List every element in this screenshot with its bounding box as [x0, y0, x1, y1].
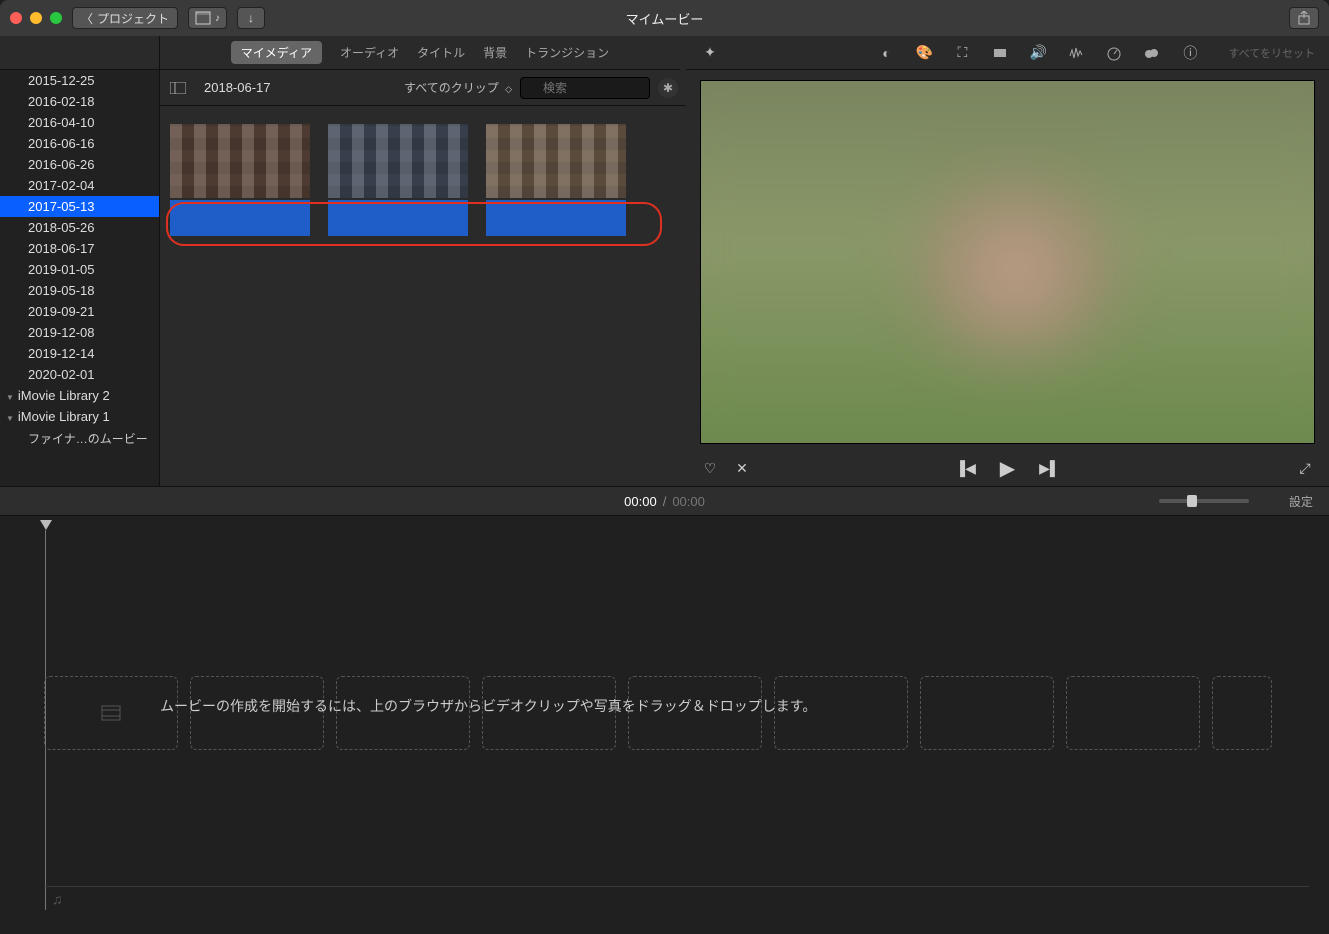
clip-thumbnail: [486, 124, 626, 198]
noise-equalizer-icon[interactable]: [1066, 43, 1086, 63]
fullscreen-window-button[interactable]: [50, 12, 62, 24]
favorite-heart-icon[interactable]: ♡: [700, 458, 720, 478]
media-clip[interactable]: [486, 124, 626, 236]
video-preview[interactable]: [700, 80, 1315, 444]
event-sidebar: マイメディア オーディオ タイトル 背景 トランジション 2015-12-25 …: [0, 36, 160, 486]
browser-event-title: 2018-06-17: [204, 80, 271, 95]
titlebar: 〈 プロジェクト ♪ ↓ マイムービー: [0, 0, 1329, 36]
filter-clouds-icon[interactable]: [1142, 43, 1162, 63]
share-icon: [1297, 11, 1311, 25]
event-item[interactable]: 2019-09-21: [0, 301, 159, 322]
import-download-button[interactable]: ↓: [237, 7, 265, 29]
clip-audio-waveform: [486, 200, 626, 236]
color-correction-icon[interactable]: 🎨: [914, 43, 934, 63]
timeline-audio-track[interactable]: ♫: [44, 886, 1309, 914]
event-item[interactable]: 2016-06-16: [0, 133, 159, 154]
timeline-drop-slot[interactable]: [1066, 676, 1200, 750]
back-to-projects-button[interactable]: 〈 プロジェクト: [72, 7, 178, 29]
reject-x-icon[interactable]: ✕: [732, 458, 752, 478]
event-item[interactable]: 2019-12-14: [0, 343, 159, 364]
timeline-drop-slot[interactable]: [44, 676, 178, 750]
share-button[interactable]: [1289, 7, 1319, 29]
window-controls: [10, 12, 62, 24]
clip-audio-waveform: [170, 200, 310, 236]
download-arrow-icon: ↓: [248, 11, 254, 25]
clip-audio-waveform: [328, 200, 468, 236]
event-item[interactable]: 2020-02-01: [0, 364, 159, 385]
play-button[interactable]: ▶: [998, 458, 1018, 478]
timecode-bar: 00:00 / 00:00 設定: [0, 486, 1329, 516]
music-note-icon: ♪: [215, 13, 220, 24]
filmstrip-placeholder-icon: [101, 705, 121, 721]
timeline-drop-slot[interactable]: [1212, 676, 1272, 750]
timeline-drop-hint: ムービーの作成を開始するには、上のブラウザからビデオクリップや写真をドラッグ＆ド…: [160, 696, 816, 716]
back-label: プロジェクト: [97, 10, 169, 27]
clip-filter-dropdown[interactable]: すべてのクリップ ◇: [404, 79, 512, 96]
playhead-handle[interactable]: [40, 520, 52, 530]
browser-toolbar: 2018-06-17 すべてのクリップ ◇ 🔍 ✱: [160, 70, 686, 106]
media-import-button[interactable]: ♪: [188, 7, 227, 29]
minimize-window-button[interactable]: [30, 12, 42, 24]
search-input[interactable]: [520, 77, 650, 99]
color-balance-icon[interactable]: ◐: [876, 43, 896, 63]
gear-icon: ✱: [663, 81, 673, 95]
media-clip[interactable]: [170, 124, 310, 236]
library-sub-item[interactable]: ファイナ…のムービー: [0, 427, 159, 450]
library-1[interactable]: iMovie Library 1: [0, 406, 159, 427]
event-list: 2015-12-25 2016-02-18 2016-04-10 2016-06…: [0, 70, 159, 450]
event-item[interactable]: 2018-06-17: [0, 238, 159, 259]
media-clip[interactable]: [328, 124, 468, 236]
filmstrip-icon: [195, 11, 211, 25]
time-separator: /: [663, 494, 667, 509]
window-title: マイムービー: [626, 9, 704, 28]
speed-icon[interactable]: [1104, 43, 1124, 63]
event-item[interactable]: 2015-12-25: [0, 70, 159, 91]
total-time: 00:00: [672, 494, 705, 509]
stabilization-icon[interactable]: [990, 43, 1010, 63]
timeline[interactable]: ムービーの作成を開始するには、上のブラウザからビデオクリップや写真をドラッグ＆ド…: [0, 516, 1329, 934]
updown-arrows-icon: ◇: [505, 84, 512, 94]
current-time: 00:00: [624, 494, 657, 509]
chevron-left-icon: 〈: [81, 10, 93, 27]
event-item[interactable]: 2019-01-05: [0, 259, 159, 280]
event-item-selected[interactable]: 2017-05-13: [0, 196, 159, 217]
event-item[interactable]: 2016-04-10: [0, 112, 159, 133]
timeline-drop-slot[interactable]: [920, 676, 1054, 750]
event-item[interactable]: 2018-05-26: [0, 217, 159, 238]
fullscreen-icon[interactable]: ⤢: [1295, 458, 1315, 478]
library-2[interactable]: iMovie Library 2: [0, 385, 159, 406]
search-wrap: 🔍: [520, 77, 650, 99]
next-frame-button[interactable]: ▶▌: [1040, 458, 1060, 478]
adjustment-toolbar: ✦ ◐ 🎨 ⛶ 🔊 ⓘ すべてをリセット: [686, 36, 1329, 70]
event-item[interactable]: 2017-02-04: [0, 175, 159, 196]
browser-settings-button[interactable]: ✱: [658, 78, 678, 98]
info-icon[interactable]: ⓘ: [1180, 43, 1200, 63]
clips-area: [160, 106, 686, 486]
clip-thumbnail: [170, 124, 310, 198]
preview-panel: ✦ ◐ 🎨 ⛶ 🔊 ⓘ すべてをリセット ♡ ✕: [686, 36, 1329, 486]
enhance-wand-icon[interactable]: ✦: [700, 43, 720, 63]
event-item[interactable]: 2016-06-26: [0, 154, 159, 175]
event-item[interactable]: 2019-12-08: [0, 322, 159, 343]
close-window-button[interactable]: [10, 12, 22, 24]
event-item[interactable]: 2019-05-18: [0, 280, 159, 301]
crop-icon[interactable]: ⛶: [952, 43, 972, 63]
clip-thumbnail: [328, 124, 468, 198]
sidebar-toggle-icon[interactable]: [168, 78, 188, 98]
volume-icon[interactable]: 🔊: [1028, 43, 1048, 63]
music-note-icon: ♫: [52, 891, 63, 907]
timeline-zoom-slider[interactable]: [1159, 499, 1249, 503]
prev-frame-button[interactable]: ▐◀: [956, 458, 976, 478]
transport-controls: ♡ ✕ ▐◀ ▶ ▶▌ ⤢: [686, 450, 1329, 486]
media-browser: 2018-06-17 すべてのクリップ ◇ 🔍 ✱: [160, 36, 686, 486]
event-item[interactable]: 2016-02-18: [0, 91, 159, 112]
reset-all-button[interactable]: すべてをリセット: [1228, 45, 1315, 61]
timeline-settings-button[interactable]: 設定: [1289, 493, 1313, 510]
